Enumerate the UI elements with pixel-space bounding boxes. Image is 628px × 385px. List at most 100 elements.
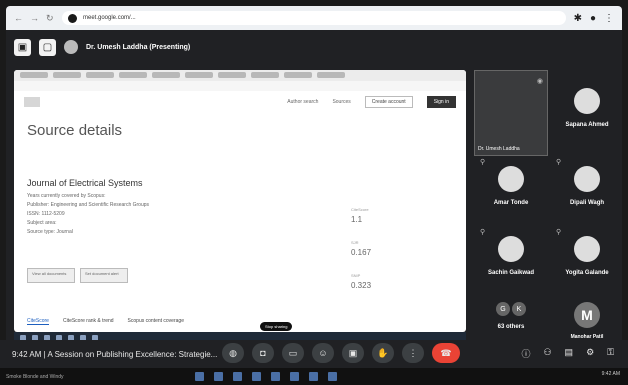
- camera-icon[interactable]: ◘: [252, 343, 274, 363]
- self-video-tile[interactable]: ◉ Dr. Umesh Laddha: [474, 70, 548, 156]
- start-icon[interactable]: [195, 372, 204, 381]
- participant-tile[interactable]: Sapana Ahmed: [552, 80, 622, 145]
- sjr-value: 0.167: [351, 248, 372, 257]
- mic-icon[interactable]: ◍: [222, 343, 244, 363]
- chrome-icon[interactable]: [309, 372, 318, 381]
- tab-chip: [86, 72, 114, 78]
- host-controls-icon[interactable]: ⚿: [607, 347, 614, 360]
- source-type-line: Source type: Journal: [27, 229, 73, 235]
- sign-in-button: Sign in: [426, 96, 456, 108]
- menu-icon[interactable]: ⋮: [604, 13, 614, 24]
- call-controls: ◍ ◘ ▭ ☺ ▣ ✋ ⋮ ☎: [222, 343, 460, 363]
- tab-chip: [20, 72, 48, 78]
- publisher-line: Publisher: Engineering and Scientific Re…: [27, 202, 150, 208]
- back-icon[interactable]: ←: [14, 14, 23, 23]
- participant-tile[interactable]: ⚲ Yogita Galande: [552, 228, 622, 293]
- participants-panel: ◉ Dr. Umesh Laddha Sapana Ahmed ⚲ Amar T…: [474, 70, 624, 340]
- avatar: [574, 236, 600, 262]
- tab-chip: [218, 72, 246, 78]
- avatar: [574, 88, 600, 114]
- mic-icon: ◉: [536, 78, 543, 85]
- emoji-icon[interactable]: ☺: [312, 343, 334, 363]
- tab-chip: [185, 72, 213, 78]
- pin-icon[interactable]: ⚲: [556, 158, 561, 166]
- extensions-icon[interactable]: ✱: [574, 13, 582, 24]
- participant-tile[interactable]: ⚲ Dipali Wagh: [552, 158, 622, 223]
- meeting-time: 9:42 AM: [12, 349, 42, 359]
- address-bar[interactable]: meet.google.com/...: [62, 11, 566, 25]
- mail-icon[interactable]: [271, 372, 280, 381]
- captions-icon[interactable]: ▭: [282, 343, 304, 363]
- chat-icon[interactable]: ▤: [565, 347, 574, 360]
- stop-sharing-chip: Stop sharing: [260, 322, 293, 331]
- profile-icon[interactable]: ●: [590, 13, 596, 24]
- tab-chip: [53, 72, 81, 78]
- search-icon[interactable]: [214, 372, 223, 381]
- meeting-separator: |: [43, 349, 46, 359]
- pin-icon[interactable]: ⚲: [480, 228, 485, 236]
- avatar: K: [512, 302, 526, 316]
- meeting-info: 9:42 AM | A Session on Publishing Excell…: [12, 350, 217, 359]
- site-header: Author search Sources Create account Sig…: [14, 91, 466, 113]
- metrics-tabs: CiteScore CiteScore rank & trend Scopus …: [27, 318, 184, 325]
- presenter-avatar: [64, 40, 78, 54]
- windows-taskbar: Smoke Blonde and Windy 9:42 AM: [0, 368, 628, 385]
- site-icon: [68, 13, 77, 23]
- app-icon[interactable]: [328, 372, 337, 381]
- meeting-name: A Session on Publishing Excellence: Stra…: [47, 349, 218, 359]
- avatar: [498, 166, 524, 192]
- snip-value: 0.323: [351, 281, 372, 290]
- pin-icon[interactable]: ⚲: [480, 158, 485, 166]
- participant-name: Yogita Galande: [565, 270, 609, 276]
- activities-icon[interactable]: ⚙: [586, 347, 594, 360]
- snip-label: SNIP: [351, 273, 361, 278]
- avatar: M: [574, 302, 600, 328]
- citescore-label: CiteScore: [351, 207, 369, 212]
- meet-control-bar: 9:42 AM | A Session on Publishing Excell…: [0, 340, 628, 368]
- presenter-bar: ▣ ▢ Dr. Umesh Laddha (Presenting): [14, 36, 190, 58]
- info-icon[interactable]: ⓘ: [521, 347, 530, 360]
- participant-tile[interactable]: ⚲ Amar Tonde: [476, 158, 546, 223]
- create-account-button: Create account: [364, 96, 413, 108]
- participant-name: Dipali Wagh: [569, 200, 605, 206]
- reload-icon[interactable]: ↻: [46, 14, 54, 23]
- issn-line: ISSN: 1112-5209: [27, 211, 65, 217]
- file-explorer-icon[interactable]: [233, 372, 242, 381]
- participant-name: Sapana Ahmed: [565, 122, 609, 128]
- sources-link: Sources: [332, 99, 351, 105]
- shared-browser-tabs: [14, 70, 466, 81]
- shared-address-bar: [14, 81, 466, 91]
- browser-toolbar: ← → ↻ meet.google.com/... ✱ ● ⋮: [6, 6, 622, 30]
- present-icon[interactable]: ▣: [342, 343, 364, 363]
- browser-icon[interactable]: [252, 372, 261, 381]
- weather-text: Smoke Blonde and Windy: [6, 373, 64, 380]
- tab-chip: [317, 72, 345, 78]
- tab-chip: [119, 72, 147, 78]
- forward-icon[interactable]: →: [30, 14, 39, 23]
- participant-name: Amar Tonde: [493, 200, 529, 206]
- avatar: [574, 166, 600, 192]
- pin-icon[interactable]: ⚲: [556, 228, 561, 236]
- journal-meta: Years currently covered by Scopus: Publi…: [27, 192, 227, 237]
- meet-stage: ▣ ▢ Dr. Umesh Laddha (Presenting) Author…: [6, 30, 624, 344]
- raise-hand-icon[interactable]: ✋: [372, 343, 394, 363]
- participant-tile[interactable]: ⚲ Sachin Gaikwad: [476, 228, 546, 293]
- author-search-link: Author search: [287, 99, 319, 105]
- sjr-label: SJR: [351, 240, 359, 245]
- more-options-icon[interactable]: ⋮: [402, 343, 424, 363]
- coverage-line: Years currently covered by Scopus:: [27, 193, 106, 199]
- tab-citescore: CiteScore: [27, 318, 49, 325]
- side-controls: ⓘ ⚇ ▤ ⚙ ⚿: [521, 347, 614, 360]
- store-icon[interactable]: [290, 372, 299, 381]
- avatar: [498, 236, 524, 262]
- layout-icon[interactable]: ▣: [14, 38, 31, 56]
- fullscreen-icon[interactable]: ▢: [39, 38, 56, 56]
- system-clock[interactable]: 9:42 AM: [602, 371, 620, 377]
- people-icon[interactable]: ⚇: [543, 347, 551, 360]
- view-documents-badge: View all documents: [27, 268, 75, 283]
- participant-name: Sachin Gaikwad: [487, 270, 535, 276]
- taskbar-apps: [195, 372, 337, 381]
- citescore-value: 1.1: [351, 215, 363, 224]
- end-call-button[interactable]: ☎: [432, 343, 460, 363]
- scopus-logo: [24, 97, 40, 107]
